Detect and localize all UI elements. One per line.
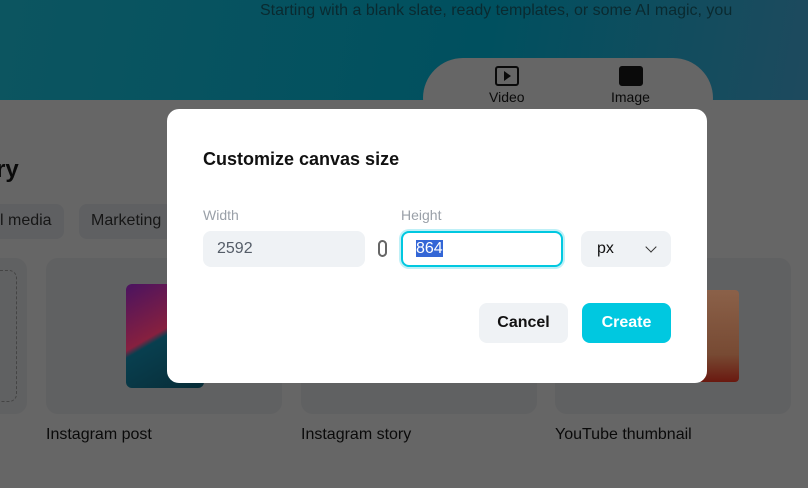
dialog-title: Customize canvas size	[203, 149, 400, 169]
tagline: Starting with a blank slate, ready templ…	[260, 2, 733, 19]
cancel-button[interactable]: Cancel	[479, 303, 568, 343]
create-button[interactable]: Create	[582, 303, 671, 343]
width-label: Width	[203, 207, 239, 223]
card-label: Instagram story	[301, 426, 412, 443]
section-heading: ry	[0, 156, 19, 183]
tab-video-label: Video	[489, 89, 525, 105]
blank-canvas-card[interactable]	[0, 258, 27, 414]
unit-select[interactable]: px	[581, 231, 671, 267]
chip-social-media[interactable]: l media	[0, 204, 64, 239]
card-label: Instagram post	[46, 426, 152, 443]
chip-marketing[interactable]: Marketing	[79, 204, 174, 239]
chevron-down-icon	[645, 241, 657, 253]
height-value: 864	[416, 240, 443, 257]
video-icon	[495, 66, 519, 86]
unit-value: px	[597, 240, 614, 257]
image-icon	[619, 66, 643, 86]
card-label: YouTube thumbnail	[555, 426, 692, 443]
width-input[interactable]: 2592	[203, 231, 365, 267]
customize-canvas-dialog: Customize canvas size Width 2592 Height …	[167, 109, 707, 383]
height-input[interactable]: 864	[401, 231, 563, 267]
height-label: Height	[401, 207, 442, 223]
tab-image-label: Image	[611, 89, 650, 105]
hero-banner: Starting with a blank slate, ready templ…	[0, 0, 808, 138]
link-aspect-icon[interactable]	[378, 240, 387, 257]
